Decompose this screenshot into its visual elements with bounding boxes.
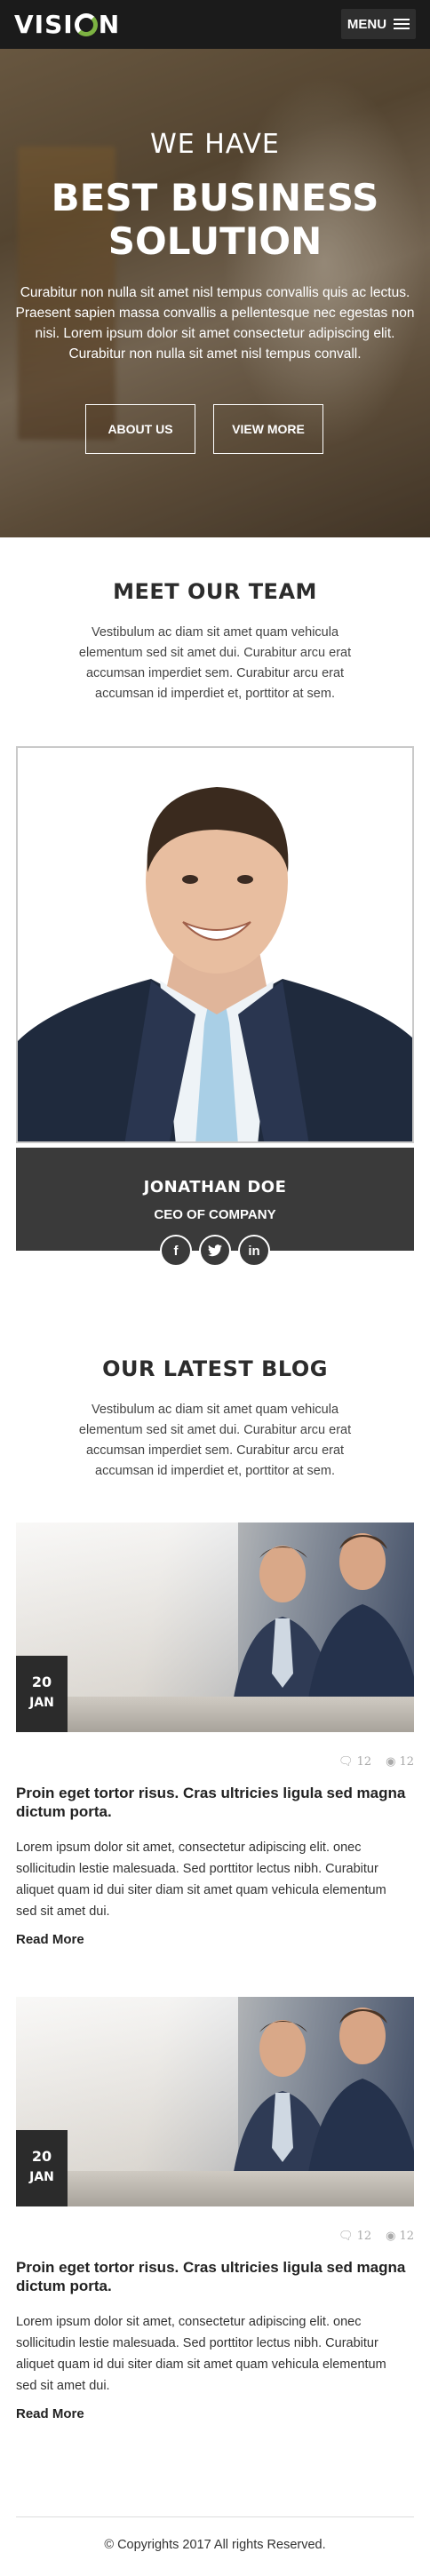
team-member-photo [16, 746, 414, 1143]
eye-icon: ◉ [386, 2230, 396, 2243]
hero-title-line1: BEST BUSINESS [51, 176, 379, 219]
post-meta: 🗨︎ 12 ◉ 12 [338, 2230, 414, 2243]
menu-label: MENU [346, 16, 387, 32]
comment-icon: 🗨︎ [338, 1755, 354, 1769]
menu-button[interactable]: MENU [341, 9, 416, 39]
team-section-title: MEET OUR TEAM [113, 579, 317, 604]
view-more-button[interactable]: VIEW MORE [213, 404, 323, 454]
post-month: JAN [29, 2170, 54, 2184]
comment-count: 12 [356, 1755, 372, 1769]
hero-title-line2: SOLUTION [108, 219, 322, 263]
team-social-links: f in [0, 1235, 430, 1267]
hero-title: BEST BUSINESS SOLUTION [0, 176, 430, 263]
team-section-text: Vestibulum ac diam sit amet quam vehicul… [78, 625, 352, 701]
hero-section: WE HAVE BEST BUSINESS SOLUTION Curabitur… [0, 49, 430, 537]
read-more-link[interactable]: Read More [16, 2406, 84, 2421]
footer-divider [16, 2516, 414, 2517]
blog-post-image[interactable]: 20 JAN [16, 1523, 414, 1732]
linkedin-icon[interactable]: in [238, 1235, 270, 1267]
hero-text: Curabitur non nulla sit amet nisl tempus… [15, 285, 415, 362]
eye-icon: ◉ [386, 1755, 396, 1769]
team-member-name: JONATHAN DOE [143, 1178, 287, 1197]
facebook-icon[interactable]: f [160, 1235, 192, 1267]
portrait-image [18, 748, 412, 1141]
post-title[interactable]: Proin eget tortor risus. Cras ultricies … [16, 2258, 414, 2295]
post-date: 20 JAN [16, 1656, 68, 1732]
post-day: 20 [31, 2148, 52, 2165]
post-meta: 🗨︎ 12 ◉ 12 [338, 1755, 414, 1769]
team-member-role: CEO OF COMPANY [154, 1207, 276, 1222]
logo[interactable]: VISIN [14, 10, 120, 39]
twitter-icon[interactable] [199, 1235, 231, 1267]
about-us-button[interactable]: ABOUT US [85, 404, 195, 454]
post-day: 20 [31, 1674, 52, 1690]
copyright-text: © Copyrights 2017 All rights Reserved. [104, 2538, 326, 2552]
blog-post-image[interactable]: 20 JAN [16, 1997, 414, 2206]
comment-count: 12 [356, 2230, 372, 2243]
post-excerpt: Lorem ipsum dolor sit amet, consectetur … [16, 2315, 386, 2393]
post-excerpt: Lorem ipsum dolor sit amet, consectetur … [16, 1841, 386, 1919]
comment-icon: 🗨︎ [338, 2230, 354, 2243]
post-date: 20 JAN [16, 2130, 68, 2206]
blog-section-text: Vestibulum ac diam sit amet quam vehicul… [78, 1403, 352, 1478]
post-month: JAN [29, 1696, 54, 1710]
hamburger-icon [394, 19, 410, 29]
site-header: VISIN MENU [0, 0, 430, 49]
post-title[interactable]: Proin eget tortor risus. Cras ultricies … [16, 1784, 414, 1821]
view-count: 12 [399, 2230, 414, 2243]
hero-subtitle: WE HAVE [150, 129, 280, 160]
read-more-link[interactable]: Read More [16, 1932, 84, 1947]
blog-section-title: OUR LATEST BLOG [102, 1356, 328, 1381]
logo-o-mark [74, 12, 98, 36]
view-count: 12 [399, 1755, 414, 1769]
